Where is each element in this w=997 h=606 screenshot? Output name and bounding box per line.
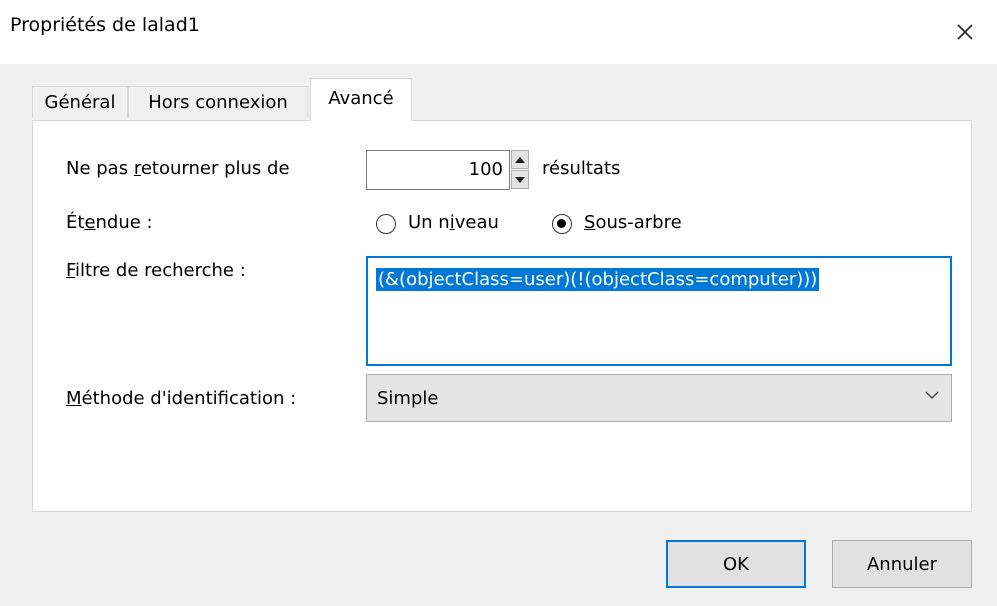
chevron-down-icon xyxy=(515,176,525,183)
auth-method-select[interactable]: Simple xyxy=(366,374,952,422)
cancel-button[interactable]: Annuler xyxy=(832,540,972,588)
search-filter-label: Filtre de recherche : xyxy=(66,260,246,281)
max-results-input[interactable]: 100 xyxy=(366,150,510,190)
auth-method-value: Simple xyxy=(377,388,439,409)
scope-one-level-label[interactable]: Un niveau xyxy=(408,212,499,233)
close-icon xyxy=(957,24,973,40)
scope-subtree-label[interactable]: Sous-arbre xyxy=(584,212,682,233)
scope-label: Étendue : xyxy=(66,212,153,233)
scope-subtree-radio[interactable] xyxy=(552,214,572,234)
max-results-value: 100 xyxy=(468,159,503,180)
search-filter-value: (&(objectClass=user)(!(objectClass=compu… xyxy=(376,268,820,291)
search-filter-input[interactable]: (&(objectClass=user)(!(objectClass=compu… xyxy=(366,256,952,366)
chevron-up-icon xyxy=(515,156,525,163)
close-button[interactable] xyxy=(933,0,997,64)
spin-down-button[interactable] xyxy=(511,170,529,189)
window-title: Propriétés de lalad1 xyxy=(10,14,200,36)
tab-offline[interactable]: Hors connexion xyxy=(128,86,308,118)
tab-advanced[interactable]: Avancé xyxy=(310,78,412,121)
title-bar: Propriétés de lalad1 xyxy=(0,0,997,64)
auth-method-label: Méthode d'identification : xyxy=(66,388,297,409)
max-results-label: Ne pas retourner plus de xyxy=(66,158,290,179)
scope-one-level-radio[interactable] xyxy=(376,214,396,234)
max-results-spinner xyxy=(511,150,531,190)
ok-button[interactable]: OK xyxy=(666,540,806,588)
tab-general[interactable]: Général xyxy=(32,86,128,118)
chevron-down-icon xyxy=(925,391,939,399)
spin-up-button[interactable] xyxy=(511,150,529,169)
max-results-suffix: résultats xyxy=(542,158,621,179)
